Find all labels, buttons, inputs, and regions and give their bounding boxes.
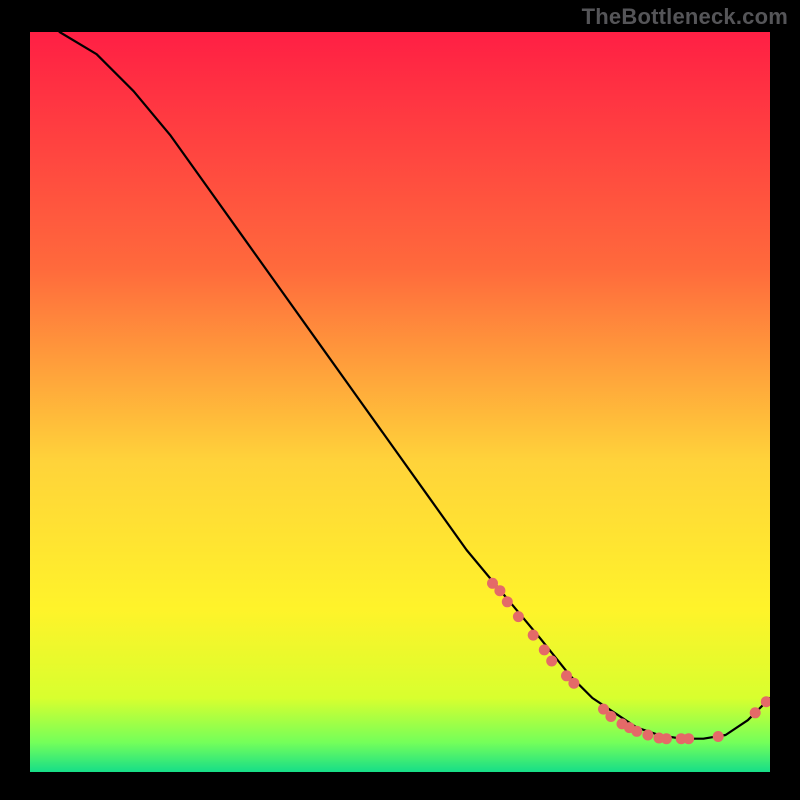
data-marker — [661, 733, 672, 744]
gradient-background — [30, 32, 770, 772]
data-marker — [502, 596, 513, 607]
data-marker — [539, 644, 550, 655]
chart-frame: TheBottleneck.com — [0, 0, 800, 800]
data-marker — [528, 630, 539, 641]
data-marker — [683, 733, 694, 744]
data-marker — [750, 707, 761, 718]
plot-area — [30, 32, 770, 772]
data-marker — [713, 731, 724, 742]
data-marker — [546, 656, 557, 667]
data-marker — [642, 730, 653, 741]
data-marker — [605, 711, 616, 722]
data-marker — [568, 678, 579, 689]
data-marker — [494, 585, 505, 596]
data-marker — [631, 726, 642, 737]
chart-svg — [30, 32, 770, 772]
watermark-text: TheBottleneck.com — [582, 4, 788, 30]
data-marker — [513, 611, 524, 622]
